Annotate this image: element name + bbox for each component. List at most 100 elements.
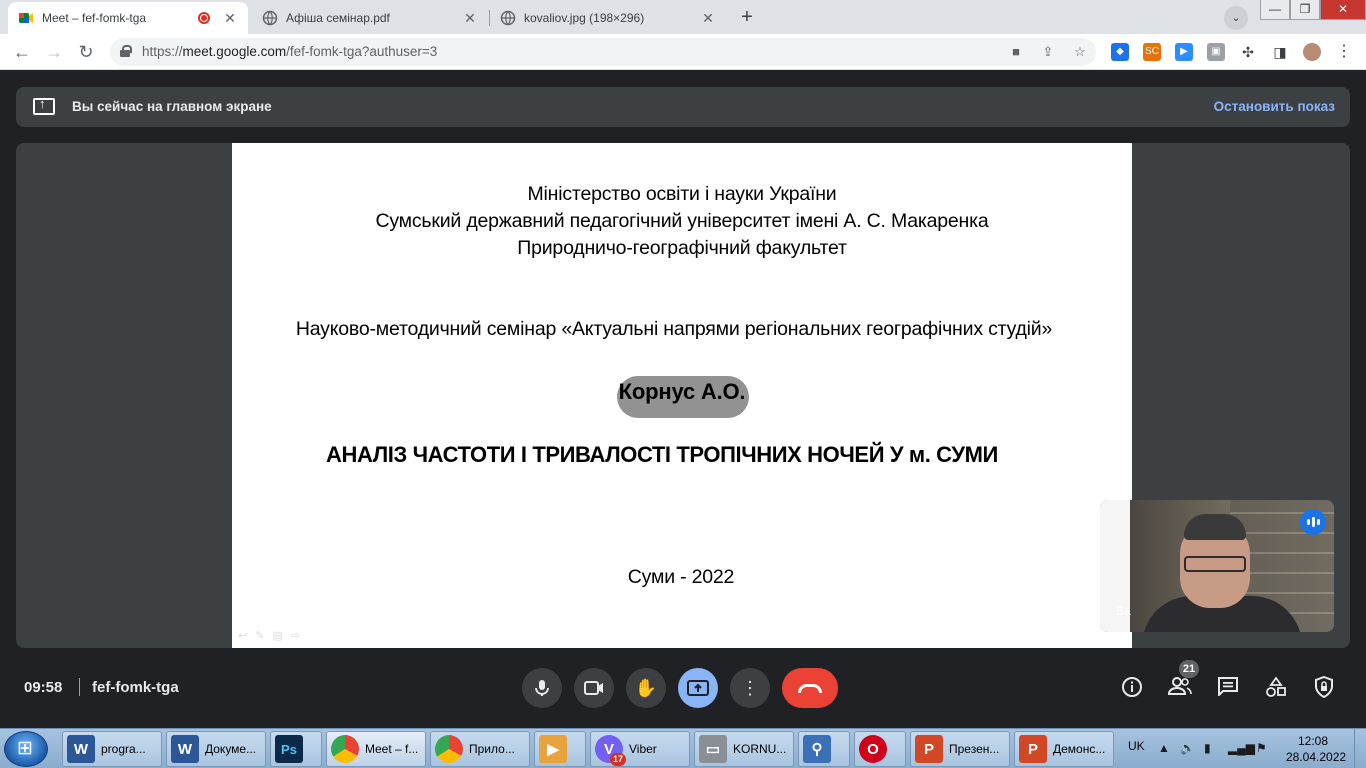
- host-controls-button[interactable]: [1311, 675, 1337, 700]
- volume-icon[interactable]: 🔈: [1180, 741, 1195, 755]
- tab-meet[interactable]: Meet – fef-fomk-tga ✕: [8, 2, 248, 34]
- extension-blue-icon[interactable]: ◆: [1111, 43, 1129, 61]
- taskbar-item-chrome-meet[interactable]: Meet – f...: [326, 731, 426, 767]
- present-screen-icon: [33, 96, 55, 115]
- taskbar-item-magnifier[interactable]: ⚲: [798, 731, 850, 767]
- taskbar-item-kornus-drive[interactable]: ▭ KORNU...: [694, 731, 794, 767]
- lock-icon[interactable]: [120, 45, 132, 57]
- camera-button[interactable]: [574, 668, 614, 708]
- windows-taskbar: W progra... W Докуме... Ps Meet – f... П…: [0, 728, 1366, 768]
- taskbar-item-label: Демонс...: [1053, 742, 1106, 756]
- taskbar-item-word-program[interactable]: W progra...: [62, 731, 162, 767]
- tab-afisha-pdf[interactable]: Афіша семінар.pdf ✕: [252, 2, 488, 34]
- extension-grey-icon[interactable]: ▣: [1207, 43, 1225, 61]
- network-icon[interactable]: ▂▄▆: [1228, 741, 1255, 755]
- powerpoint-icon: P: [915, 735, 943, 763]
- show-hidden-icons-icon[interactable]: ▲: [1158, 741, 1170, 755]
- self-view-name: Ва: [1116, 604, 1131, 618]
- url-host: meet.google.com: [182, 44, 287, 59]
- forward-arrow-icon[interactable]: →: [40, 38, 68, 66]
- clock-time[interactable]: 12:08: [1298, 734, 1328, 748]
- magnifier-icon: ⚲: [803, 735, 831, 763]
- activities-button[interactable]: [1263, 676, 1289, 700]
- new-tab-button[interactable]: +: [735, 6, 759, 30]
- taskbar-item-photoshop[interactable]: Ps: [270, 731, 322, 767]
- taskbar-item-opera[interactable]: O: [854, 731, 906, 767]
- taskbar-item-media-player[interactable]: ▶: [534, 731, 586, 767]
- address-bar[interactable]: https://meet.google.com/fef-fomk-tga?aut…: [110, 38, 1096, 66]
- raise-hand-icon: ✋: [634, 677, 658, 698]
- tab-title: kovaliov.jpg (198×296): [524, 11, 645, 25]
- stop-presenting-button[interactable]: Остановить показ: [1214, 99, 1335, 114]
- word-icon: W: [171, 735, 199, 763]
- people-button[interactable]: [1167, 676, 1193, 700]
- browser-tab-strip: Meet – fef-fomk-tga ✕ Афіша семінар.pdf …: [0, 0, 1366, 34]
- self-view-tile[interactable]: Ва: [1100, 500, 1334, 632]
- word-icon: W: [67, 735, 95, 763]
- present-screen-icon: [687, 680, 709, 696]
- start-button[interactable]: [4, 731, 48, 767]
- tab-kovaliov-jpg[interactable]: kovaliov.jpg (198×296) ✕: [490, 2, 726, 34]
- taskbar-item-word-document[interactable]: W Докуме...: [166, 731, 266, 767]
- profile-avatar[interactable]: [1303, 43, 1321, 61]
- self-view-person: [1184, 556, 1246, 572]
- taskbar-item-powerpoint-demo[interactable]: P Демонс...: [1014, 731, 1114, 767]
- drive-icon: ▭: [699, 735, 727, 763]
- slide-university: Сумський державний педагогічний універси…: [375, 210, 989, 232]
- tab-search-chevron-icon[interactable]: ⌄: [1224, 6, 1248, 30]
- taskbar-item-label: Прило...: [469, 742, 515, 756]
- leave-call-icon: [798, 683, 822, 693]
- minimize-button[interactable]: —: [1260, 0, 1290, 20]
- action-center-icon[interactable]: ⚑: [1256, 741, 1267, 755]
- viber-unread-badge: 17: [609, 753, 626, 766]
- taskbar-item-label: Докуме...: [205, 742, 257, 756]
- tab-title: Meet – fef-fomk-tga: [42, 11, 147, 25]
- taskbar-item-label: Viber: [629, 742, 657, 756]
- present-now-button[interactable]: [678, 668, 718, 708]
- globe-icon: [262, 10, 278, 26]
- extension-zoom-icon[interactable]: ▶: [1175, 43, 1193, 61]
- more-options-button[interactable]: ⋮: [730, 668, 770, 708]
- restore-button[interactable]: ❐: [1290, 0, 1320, 20]
- side-panel-icon[interactable]: ◨: [1271, 43, 1289, 61]
- leave-call-button[interactable]: [782, 668, 838, 708]
- slide-seminar: Науково-методичний семінар «Актуальні на…: [295, 318, 1053, 340]
- taskbar-item-label: Meet – f...: [365, 742, 419, 756]
- close-tab-icon[interactable]: ✕: [222, 10, 238, 27]
- photoshop-icon: Ps: [275, 735, 303, 763]
- language-indicator[interactable]: UK: [1128, 739, 1145, 753]
- viber-icon: V 17: [595, 735, 626, 766]
- url-text[interactable]: https://meet.google.com/fef-fomk-tga?aut…: [142, 44, 437, 59]
- camera-in-use-icon[interactable]: ■: [1006, 42, 1026, 62]
- taskbar-item-label: KORNU...: [733, 742, 787, 756]
- chat-button[interactable]: [1215, 676, 1241, 700]
- close-tab-icon[interactable]: ✕: [700, 10, 716, 27]
- raise-hand-button[interactable]: ✋: [626, 668, 666, 708]
- extensions-puzzle-icon[interactable]: ✣: [1239, 43, 1257, 61]
- taskbar-item-viber[interactable]: V 17 Viber: [590, 731, 690, 767]
- power-icon[interactable]: ▮: [1204, 741, 1211, 755]
- close-tab-icon[interactable]: ✕: [462, 10, 478, 27]
- chrome-menu-icon[interactable]: ⋮: [1335, 43, 1353, 61]
- self-view-person: [1184, 514, 1246, 540]
- bookmark-star-icon[interactable]: ☆: [1070, 42, 1090, 62]
- more-options-icon: ⋮: [741, 677, 759, 698]
- show-desktop-button[interactable]: [1354, 729, 1366, 768]
- slide-pen-tools-icon[interactable]: ↩✎▤⇨: [238, 629, 308, 642]
- browser-toolbar: ← → ↻ https://meet.google.com/fef-fomk-t…: [0, 34, 1366, 70]
- share-icon[interactable]: ⇪: [1038, 42, 1058, 62]
- back-arrow-icon[interactable]: ←: [8, 38, 36, 66]
- presenting-banner-text: Вы сейчас на главном экране: [72, 99, 272, 114]
- window-close-button[interactable]: ✕: [1320, 0, 1366, 20]
- clock-date[interactable]: 28.04.2022: [1286, 750, 1346, 764]
- meeting-details-button[interactable]: [1119, 676, 1145, 700]
- slide-ministry: Міністерство освіти і науки України: [527, 183, 837, 205]
- extension-sc-icon[interactable]: SC: [1143, 43, 1161, 61]
- slide-place-year: Суми - 2022: [627, 566, 735, 588]
- taskbar-item-powerpoint-presentation[interactable]: P Презен...: [910, 731, 1010, 767]
- taskbar-item-chrome-apps[interactable]: Прило...: [430, 731, 530, 767]
- microphone-button[interactable]: [522, 668, 562, 708]
- reload-icon[interactable]: ↻: [72, 38, 100, 66]
- powerpoint-icon: P: [1019, 735, 1047, 763]
- speaking-indicator-icon: [1300, 509, 1326, 535]
